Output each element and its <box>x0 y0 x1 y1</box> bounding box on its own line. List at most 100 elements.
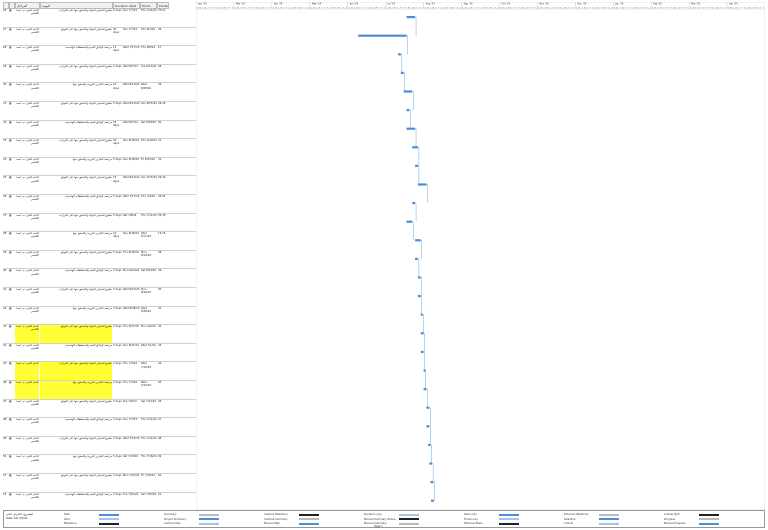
table-row[interactable]: 40 ▦ الدعم الفني: م. احمد الكنسي مراجعة الو… <box>3 269 196 288</box>
table-row[interactable]: 49 ▦ الدعم الفني: م. احمد الكنسي تطبيق المع… <box>3 437 196 456</box>
header-predecessors[interactable]: Predeces <box>157 2 169 9</box>
legend-label: Task <box>64 513 70 516</box>
table-row[interactable]: 26 ▦ الدعم الفني: م. احمد الكنسي تطبيق المع… <box>3 9 196 28</box>
task-bar[interactable] <box>406 109 410 112</box>
legend-swatch <box>299 522 319 525</box>
legend-label: Summary <box>164 513 177 516</box>
row-predecessors: 29 <box>158 83 162 87</box>
task-bar[interactable] <box>400 71 404 74</box>
row-duration: 5 days <box>113 343 122 347</box>
row-start: Thu 7/4/24 <box>123 381 138 384</box>
row-start: Wed 8/14/24 <box>123 83 140 87</box>
row-resource: الدعم الفني: م. احمد الكنسي <box>16 102 39 109</box>
row-task-name: مراجعة التقارير الدورية والتحقق منها <box>72 83 112 87</box>
legend-swatch <box>299 513 319 516</box>
task-bar[interactable] <box>420 350 424 353</box>
table-row[interactable]: 27 ▦ الدعم الفني: م. احمد الكنسي تطبيق المع… <box>3 28 196 47</box>
task-bar[interactable] <box>358 34 407 37</box>
row-finish: Sat 7/20/24 <box>141 492 157 496</box>
row-predecessors: 28 <box>158 64 162 68</box>
table-row[interactable]: 33 ▦ الدعم الفني: م. احمد الكنسي تطبيق المع… <box>3 139 196 158</box>
task-bar[interactable] <box>403 90 413 93</box>
table-row[interactable]: 41 ▦ الدعم الفني: م. احمد الكنسي تطبيق المع… <box>3 288 196 307</box>
table-row[interactable]: 31 ▦ الدعم الفني: م. احمد الكنسي تطبيق المع… <box>3 102 196 121</box>
task-bar[interactable] <box>423 388 427 391</box>
row-duration: 5 days <box>113 288 122 291</box>
row-predecessors: 29,32,34 <box>158 176 166 180</box>
row-duration: 5 days <box>113 436 122 440</box>
row-start: Sun 7/7/24 <box>123 418 138 422</box>
task-bar[interactable] <box>415 239 421 242</box>
table-row[interactable]: 46 ▦ الدعم الفني: م. احمد مراجعة التقارير ا… <box>3 381 196 400</box>
task-bar[interactable] <box>428 443 431 446</box>
row-duration: 15 days <box>113 120 120 127</box>
row-task-name: تطبيق المعايير الدولية والتحقق منها على … <box>58 436 112 440</box>
row-predecessors: 40 <box>158 288 162 291</box>
row-predecessors: 46 <box>158 399 162 403</box>
task-bar[interactable] <box>426 425 430 428</box>
header-task-name[interactable]: المهمة <box>40 2 113 9</box>
task-bar[interactable] <box>406 16 416 19</box>
task-bar[interactable] <box>417 276 421 279</box>
task-bar[interactable] <box>415 257 418 260</box>
row-finish: Sun 8/25/24 <box>141 102 157 105</box>
row-resource: الدعم الفني: م. احمد الكنسي <box>16 176 39 183</box>
header-resource[interactable]: المراحل <box>15 2 40 9</box>
task-bar[interactable] <box>420 313 423 316</box>
task-bar[interactable] <box>430 481 434 484</box>
task-bar[interactable] <box>429 462 433 465</box>
legend-swatch <box>499 518 519 520</box>
task-bar[interactable] <box>417 183 427 186</box>
table-row[interactable]: 38 ▦ الدعم الفني: م. احمد الكنسي مراجعة الت… <box>3 232 196 251</box>
table-row[interactable]: 37 ▦ الدعم الفني: م. احمد الكنسي تطبيق المع… <box>3 214 196 233</box>
table-row[interactable]: 44 ▦ الدعم الفني: م. احمد الكنسي مراجعة الو… <box>3 344 196 363</box>
table-row[interactable]: 34 ▦ الدعم الفني: م. احمد الكنسي مراجعة الت… <box>3 158 196 177</box>
task-bar[interactable] <box>426 406 430 409</box>
header-duration-start[interactable]: Duration Start <box>113 2 140 9</box>
row-predecessors: 34,35 <box>158 195 166 198</box>
task-bar[interactable] <box>430 499 434 502</box>
table-row[interactable]: 28 ▦ الدعم الفني: م. احمد الكنسي مراجعة الو… <box>3 46 196 65</box>
row-predecessors: 31 <box>158 139 162 143</box>
table-row[interactable]: 43 ▦ الدعم الفني: م. احمد الكنسي تطبيق المع… <box>3 325 196 344</box>
row-finish: Sat 9/28/24 <box>141 120 157 124</box>
task-bar[interactable] <box>412 146 418 149</box>
legend-swatch <box>499 522 519 525</box>
table-row[interactable]: 48 ▦ الدعم الفني: م. احمد الكنسي مراجعة الو… <box>3 418 196 437</box>
table-row[interactable]: 45 ▦ الدعم الفني: م. احمد تطبيق المعايير ال… <box>3 362 196 381</box>
task-bar[interactable] <box>397 53 401 56</box>
table-row[interactable]: 42 ▦ الدعم الفني: م. احمد الكنسي مراجعة الت… <box>3 307 196 326</box>
row-resource: الدعم الفني: م. احمد الكنسي <box>15 325 39 343</box>
legend-label: Manual Progress <box>664 522 686 525</box>
row-start: Thu 8/15/24 <box>123 250 139 254</box>
legend-swatch <box>599 518 619 520</box>
row-finish: Thu 7/11/24 <box>141 9 157 12</box>
row-duration: 20 days <box>113 27 120 34</box>
table-row[interactable]: 36 ▦ الدعم الفني: م. احمد الكنسي مراجعة الو… <box>3 195 196 214</box>
table-row[interactable]: 39 ▦ الدعم الفني: م. احمد الكنسي تطبيق المع… <box>3 251 196 270</box>
table-row[interactable]: 52 ▦ الدعم الفني: م. احمد الكنسي مراجعة الو… <box>3 493 196 512</box>
header-finish[interactable]: Finish <box>140 2 157 9</box>
task-bar[interactable] <box>420 332 424 335</box>
table-row[interactable]: 30 ▦ الدعم الفني: م. احمد الكنسي مراجعة الت… <box>3 83 196 102</box>
row-task-name: مراجعة الوثائق الفنية والمخططات الهندسية <box>65 343 112 347</box>
month-label: May '24 <box>312 3 322 6</box>
table-row[interactable]: 47 ▦ الدعم الفني: م. احمد الكنسي تطبيق المع… <box>3 400 196 419</box>
row-finish: Wed 7/10/24 <box>141 381 151 388</box>
month-label: Jan '25 <box>614 3 624 6</box>
task-bar[interactable] <box>415 164 418 167</box>
table-row[interactable]: 51 ▦ الدعم الفني: م. احمد الكنسي تطبيق المع… <box>3 474 196 493</box>
task-bar[interactable] <box>417 295 421 298</box>
row-duration: 5 days <box>113 399 122 403</box>
task-bar[interactable] <box>406 127 416 130</box>
table-row[interactable]: 32 ▦ الدعم الفني: م. احمد الكنسي مراجعة الو… <box>3 121 196 140</box>
legend-box: المشروع: الإشراف الفني Date: Sat 7/6/24 … <box>3 510 765 528</box>
table-row[interactable]: 50 ▦ الدعم الفني: م. احمد الكنسي مراجعة الت… <box>3 455 196 474</box>
table-row[interactable]: 35 ▦ الدعم الفني: م. احمد الكنسي تطبيق المع… <box>3 176 196 195</box>
table-row[interactable]: 29 ▦ الدعم الفني: م. احمد الكنسي تطبيق المع… <box>3 65 196 84</box>
month-label: Apr '24 <box>198 3 207 6</box>
task-bar[interactable] <box>412 202 416 205</box>
row-start: Wed 8/28/24 <box>123 306 140 310</box>
task-bar[interactable] <box>406 220 413 223</box>
row-start: Wed 7/17/24 <box>123 46 140 50</box>
